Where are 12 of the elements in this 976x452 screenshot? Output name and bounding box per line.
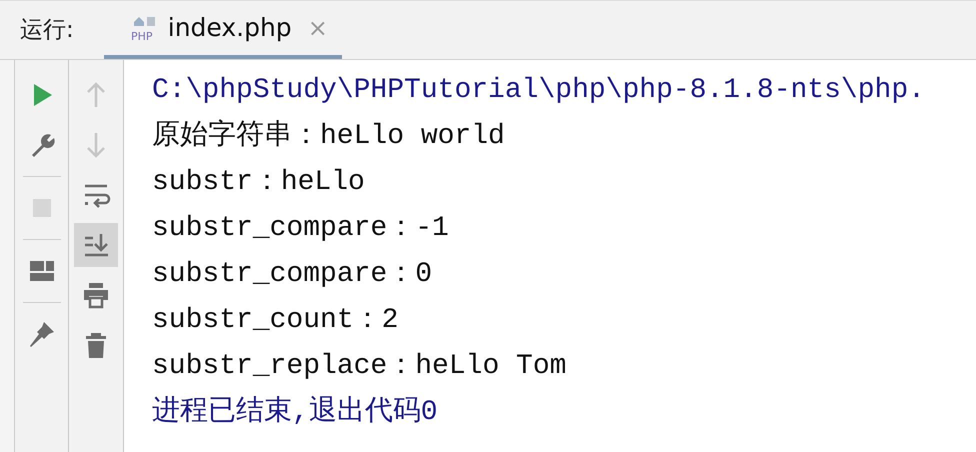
file-tab[interactable]: PHP index.php × [104,1,342,59]
output-line: substr_compare：-1 [152,212,450,246]
output-line: substr：heLlo [152,166,366,200]
scroll-end-button[interactable] [74,223,118,267]
command-line: C:\phpStudy\PHPTutorial\php\php-8.1.8-nts\php. [152,74,926,108]
output-line: substr_replace：heLlo Tom [152,350,568,384]
printer-icon [81,280,111,310]
output-line: 原始字符串：heLlo world [152,118,506,154]
output-line: substr_compare：0 [152,258,434,292]
exit-message: 进程已结束,退出代码0 [152,394,439,430]
run-label: 运行: [19,16,74,45]
output-line: substr_count：2 [152,304,400,338]
